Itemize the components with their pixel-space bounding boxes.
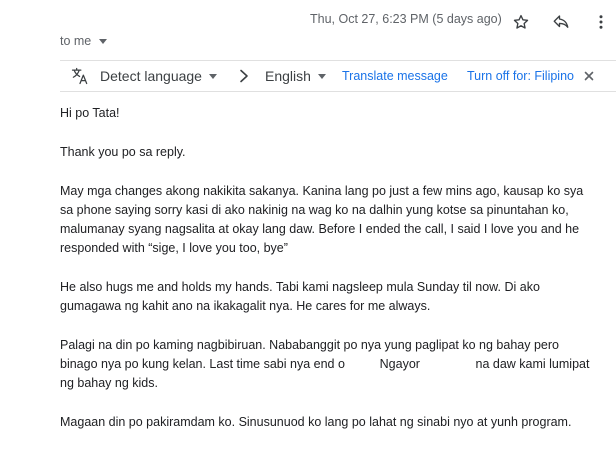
star-icon[interactable] xyxy=(509,10,533,34)
translate-bar: Detect language English Translate messag… xyxy=(60,60,616,92)
paragraph: May mga changes akong nakikita sakanya. … xyxy=(60,182,616,258)
chevron-right-icon xyxy=(238,61,250,91)
translate-message-label: Translate message xyxy=(342,69,448,83)
turn-off-label: Turn off for: Filipino xyxy=(467,69,574,83)
text-line: Palagi na din po kaming nagbibiruan. Nab… xyxy=(60,338,559,352)
translate-message-link[interactable]: Translate message xyxy=(342,61,448,91)
target-language-select[interactable]: English xyxy=(265,61,326,91)
text-line: sa phone saying sorry kasi di ako nakini… xyxy=(60,203,569,217)
paragraph: Thank you po sa reply. xyxy=(60,143,616,162)
text-line: binago nya po kung kelan. Last time sabi… xyxy=(60,357,590,371)
paragraph: He also hugs me and holds my hands. Tabi… xyxy=(60,278,616,316)
message-body: Hi po Tata! Thank you po sa reply. May m… xyxy=(60,104,616,452)
text-line: ng bahay ng kids. xyxy=(60,376,158,390)
close-icon[interactable] xyxy=(584,61,594,91)
translate-icon xyxy=(70,61,90,91)
paragraph: Palagi na din po kaming nagbibiruan. Nab… xyxy=(60,336,616,393)
reply-icon[interactable] xyxy=(549,10,573,34)
chevron-down-icon xyxy=(99,38,108,44)
message-date: Thu, Oct 27, 6:23 PM (5 days ago) xyxy=(310,12,502,26)
text-line: He also hugs me and holds my hands. Tabi… xyxy=(60,280,540,294)
paragraph: Magaan din po pakiramdam ko. Sinusunuod … xyxy=(60,413,616,432)
paragraph: Hi po Tata! xyxy=(60,104,616,123)
text-line: malumanay syang nagsalita at okay lang d… xyxy=(60,222,580,236)
target-language-label: English xyxy=(265,68,311,84)
text-line: responded with “sige, I love you too, by… xyxy=(60,241,288,255)
recipient-label: to me xyxy=(60,34,92,48)
text-line: May mga changes akong nakikita sakanya. … xyxy=(60,184,584,198)
text-line: Thank you po sa reply. xyxy=(60,145,186,159)
text-line: gumagawa ng kahit ano na ikakagalit nya.… xyxy=(60,299,431,313)
recipient-dropdown[interactable]: to me xyxy=(60,34,108,48)
text-line: Hi po Tata! xyxy=(60,106,120,120)
source-language-label: Detect language xyxy=(100,68,202,84)
more-vert-icon[interactable] xyxy=(589,10,613,34)
source-language-select[interactable]: Detect language xyxy=(100,61,217,91)
text-line: Magaan din po pakiramdam ko. Sinusunuod … xyxy=(60,415,572,429)
turn-off-translation-link[interactable]: Turn off for: Filipino xyxy=(467,61,574,91)
chevron-down-icon xyxy=(317,73,326,79)
chevron-down-icon xyxy=(208,73,217,79)
